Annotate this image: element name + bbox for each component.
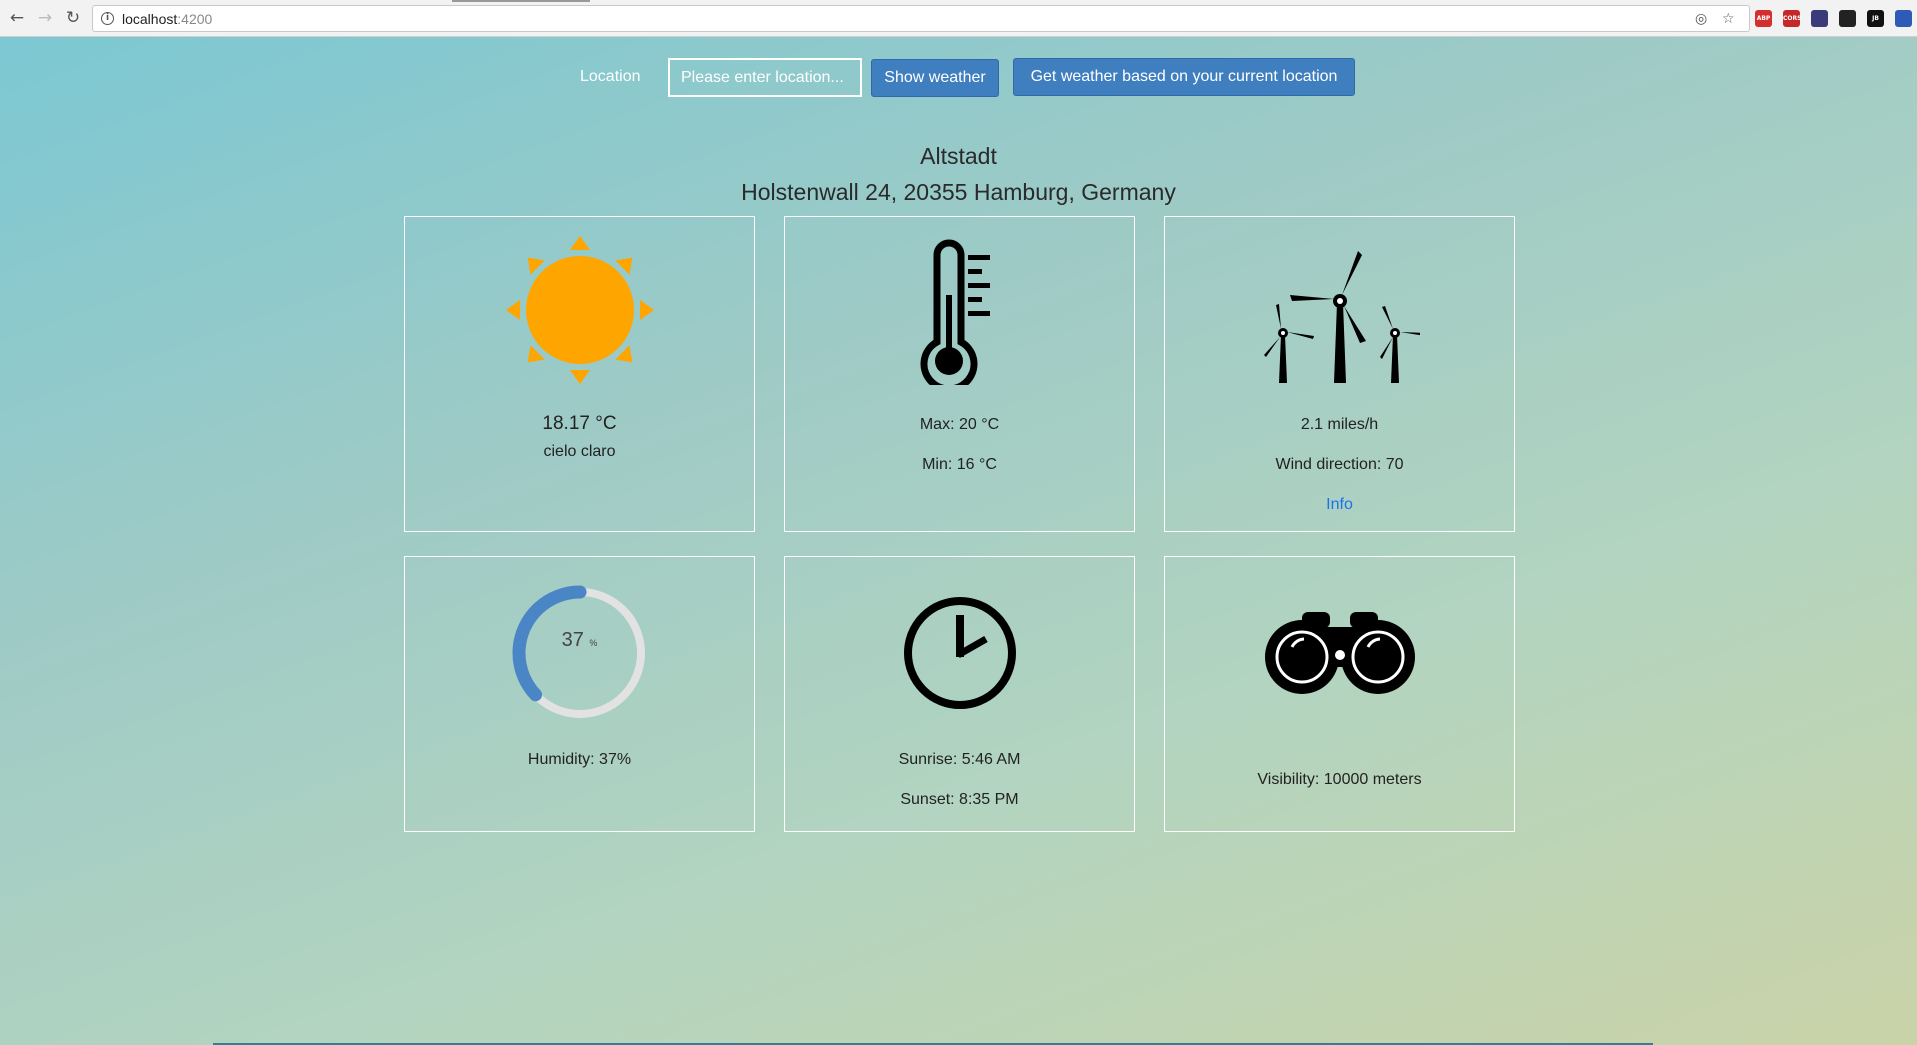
humidity-progress-value: 37 % [510, 629, 650, 652]
location-input[interactable] [668, 58, 862, 97]
sun-ray [527, 345, 545, 363]
current-temperature: 18.17 °C [542, 413, 617, 434]
weather-description: cielo claro [543, 443, 616, 460]
wind-direction: Wind direction: 70 [1275, 456, 1404, 473]
address-bar[interactable]: i localhost:4200 ◎ ☆ [92, 5, 1750, 32]
sunset-time: Sunset: 8:35 PM [900, 791, 1019, 808]
info-icon[interactable]: i [101, 12, 114, 25]
max-temperature: Max: 20 °C [919, 416, 1000, 433]
sun-ray [614, 345, 632, 363]
weather-page: Location Show weather Get weather based … [0, 37, 1917, 1045]
visibility-card: Visibility: 10000 meters [1164, 556, 1515, 832]
humidity-label: Humidity: 37% [527, 751, 632, 768]
location-icon[interactable]: ◎ [1695, 11, 1707, 27]
humidity-number: 37 [561, 629, 584, 651]
url-host: localhost [122, 10, 178, 27]
wind-turbine-icon-wrap [1165, 235, 1514, 385]
place-name: Altstadt [920, 143, 997, 169]
wind-info-link[interactable]: Info [1165, 496, 1514, 514]
location-label: Location [580, 68, 641, 85]
binoculars-icon [1264, 612, 1415, 694]
wind-turbine-icon [1263, 251, 1420, 383]
humidity-ring [512, 585, 647, 721]
sun-ray [505, 300, 520, 320]
current-weather-card: 18.17 °C cielo claro [404, 216, 755, 532]
adblock-icon[interactable]: ABP [1755, 10, 1772, 27]
sun-ray [569, 370, 590, 384]
bookmark-star-icon[interactable]: ☆ [1722, 11, 1735, 27]
tab-indicator [452, 0, 590, 2]
reload-icon[interactable]: ↻ [62, 7, 84, 29]
privacy-icon[interactable] [1811, 10, 1828, 27]
url-port: :4200 [177, 10, 213, 27]
back-icon[interactable]: ← [6, 7, 28, 29]
show-weather-button[interactable]: Show weather [871, 59, 999, 97]
url-text: localhost:4200 [122, 11, 212, 27]
humidity-unit: % [589, 638, 598, 648]
browser-toolbar: ← → ↻ i localhost:4200 ◎ ☆ ABPCORSJB! [0, 0, 1917, 37]
sun-ray [527, 257, 545, 275]
translate-icon[interactable] [1895, 10, 1912, 27]
sun-ray [614, 257, 632, 275]
humidity-card: 37 % Humidity: 37% [404, 556, 755, 832]
thermometer-icon [920, 239, 990, 385]
temperature-card: Max: 20 °C Min: 16 °C [784, 216, 1135, 532]
sun-icon [505, 236, 654, 384]
clock-icon [903, 597, 1016, 709]
cors-icon[interactable]: CORS [1783, 10, 1801, 27]
sun-ray [639, 300, 654, 320]
thermometer-icon-wrap [785, 235, 1134, 385]
min-temperature: Min: 16 °C [922, 456, 997, 473]
binoculars-icon-wrap [1165, 607, 1514, 697]
humidity-progress-wrap: 37 % [405, 583, 754, 723]
forward-icon[interactable]: → [34, 7, 56, 29]
sunrise-time: Sunrise: 5:46 AM [898, 751, 1021, 768]
current-location-button[interactable]: Get weather based on your current locati… [1013, 58, 1355, 96]
clock-icon-wrap [785, 595, 1134, 711]
sun-times-card: Sunrise: 5:46 AM Sunset: 8:35 PM [784, 556, 1135, 832]
sun-ray [569, 236, 590, 250]
sun-icon-wrap [405, 235, 754, 385]
jb-icon[interactable]: JB [1867, 10, 1884, 27]
visibility-label: Visibility: 10000 meters [1257, 771, 1422, 788]
pocket-icon[interactable] [1839, 10, 1856, 27]
place-address: Holstenwall 24, 20355 Hamburg, Germany [741, 179, 1176, 205]
wind-speed: 2.1 miles/h [1300, 416, 1379, 433]
wind-card: 2.1 miles/h Wind direction: 70 Info [1164, 216, 1515, 532]
humidity-progress: 37 % [510, 583, 650, 723]
